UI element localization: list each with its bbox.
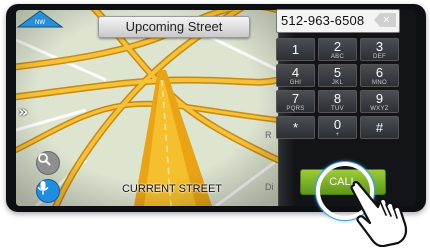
- key-digit: 3: [375, 38, 384, 54]
- key-digit: 2: [333, 38, 342, 54]
- key-digit: 0: [333, 116, 342, 132]
- map-search-button[interactable]: [36, 151, 60, 175]
- key-digit: #: [375, 119, 384, 135]
- key-4[interactable]: 4 GHI: [276, 64, 315, 87]
- key-letters: DEF: [373, 53, 386, 60]
- key-digit: 9: [375, 90, 384, 106]
- key-star[interactable]: *: [276, 116, 315, 139]
- background-letter: R: [265, 130, 272, 140]
- pointing-hand-icon: [350, 181, 408, 247]
- key-digit: 6: [375, 64, 384, 80]
- key-digit: 8: [333, 90, 342, 106]
- key-5[interactable]: 5 JKL: [318, 64, 357, 87]
- key-6[interactable]: 6 MNO: [360, 64, 399, 87]
- phone-number-text: 512-963-6508: [281, 13, 365, 28]
- key-digit: *: [292, 119, 299, 135]
- key-hash[interactable]: #: [360, 116, 399, 139]
- key-letters: WXYZ: [370, 105, 389, 112]
- phone-number-field[interactable]: 512-963-6508 ✕: [276, 9, 400, 33]
- key-letters: JKL: [331, 79, 344, 86]
- backspace-icon[interactable]: ✕: [374, 13, 396, 27]
- key-9[interactable]: 9 WXYZ: [360, 90, 399, 113]
- key-2[interactable]: 2 ABC: [318, 38, 357, 61]
- key-8[interactable]: 8 TUV: [318, 90, 357, 113]
- key-digit: 5: [333, 64, 342, 80]
- key-letters: +: [335, 131, 340, 138]
- microphone-icon: [37, 181, 49, 195]
- key-1[interactable]: 1: [276, 38, 315, 61]
- key-letters: TUV: [331, 105, 344, 112]
- key-7[interactable]: 7 PQRS: [276, 90, 315, 113]
- current-street-label: CURRENT STREET: [121, 183, 223, 195]
- key-0[interactable]: 0 +: [318, 116, 357, 139]
- expand-panel-icon[interactable]: »: [18, 102, 28, 121]
- heading-arrow-icon: NW: [16, 10, 64, 28]
- key-letters: ABC: [330, 53, 345, 60]
- key-digit: 1: [291, 41, 300, 57]
- map-roads: [16, 10, 278, 206]
- compass-heading: NW: [35, 20, 45, 26]
- search-icon: [38, 153, 51, 166]
- key-letters: GHI: [289, 79, 302, 86]
- background-letter: Di: [265, 182, 274, 192]
- key-digit: 7: [291, 90, 300, 106]
- key-3[interactable]: 3 DEF: [360, 38, 399, 61]
- dial-keypad: 1 2 ABC 3 DEF 4 GHI 5 JKL 6 MNO 7 PQRS 8 TUV 9W…: [276, 38, 399, 139]
- key-letters: PQRS: [286, 105, 305, 112]
- upcoming-street-banner: Upcoming Street: [98, 16, 250, 38]
- key-digit: 4: [291, 64, 300, 80]
- voice-command-button[interactable]: [36, 179, 60, 203]
- key-letters: MNO: [372, 79, 387, 86]
- navigation-map[interactable]: Upcoming Street » NW CURRENT STREET: [16, 10, 278, 206]
